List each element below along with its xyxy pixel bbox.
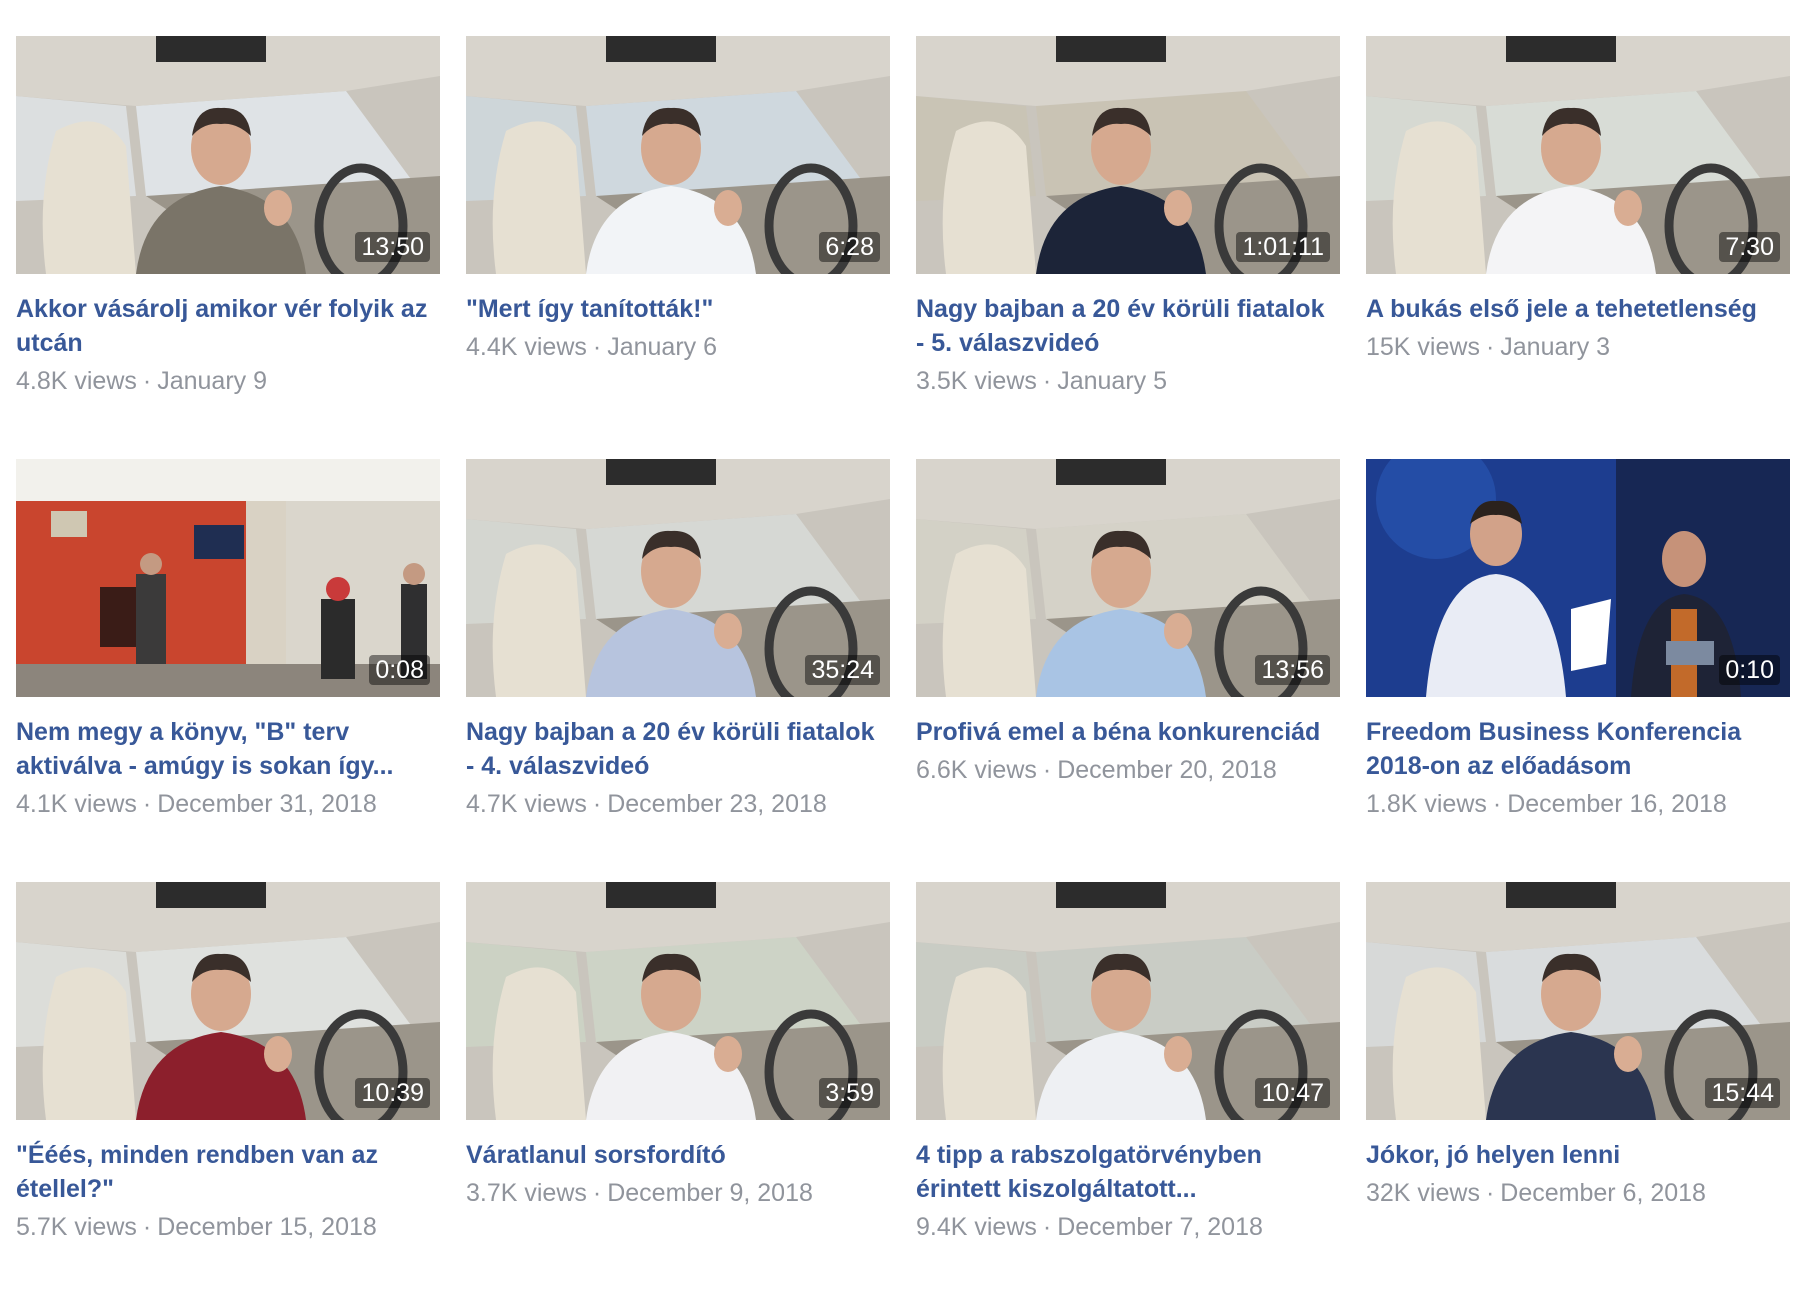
video-meta: 4.1K views · December 31, 2018 <box>16 787 440 821</box>
meta-separator: · <box>1485 1179 1495 1207</box>
video-meta: 32K views · December 6, 2018 <box>1366 1176 1790 1210</box>
video-meta: 5.7K views · December 15, 2018 <box>16 1210 440 1244</box>
video-title-link[interactable]: "Ééés, minden rendben van az étellel?" <box>16 1138 440 1206</box>
video-views: 1.8K views <box>1366 790 1487 818</box>
video-meta: 3.7K views · December 9, 2018 <box>466 1176 890 1210</box>
video-duration: 10:39 <box>355 1078 430 1108</box>
video-thumbnail[interactable]: 0:10 <box>1366 459 1790 697</box>
video-date: January 5 <box>1057 367 1168 395</box>
video-title-link[interactable]: A bukás első jele a tehetetlenség <box>1366 292 1790 326</box>
video-card[interactable]: 35:24 Nagy bajban a 20 év körüli fiatalo… <box>466 459 890 882</box>
video-card[interactable]: 7:30 A bukás első jele a tehetetlenség 1… <box>1366 36 1790 459</box>
video-views: 6.6K views <box>916 756 1037 784</box>
video-card[interactable]: 10:47 4 tipp a rabszolgatörvényben érint… <box>916 882 1340 1305</box>
video-date: January 6 <box>607 333 718 361</box>
video-meta: 3.5K views · January 5 <box>916 364 1340 398</box>
video-thumbnail[interactable]: 6:28 <box>466 36 890 274</box>
meta-separator: · <box>142 1213 152 1241</box>
video-thumbnail[interactable]: 35:24 <box>466 459 890 697</box>
video-title-link[interactable]: 4 tipp a rabszolgatörvényben érintett ki… <box>916 1138 1340 1206</box>
video-date: December 6, 2018 <box>1500 1179 1706 1207</box>
video-date: December 20, 2018 <box>1057 756 1277 784</box>
video-thumbnail[interactable]: 13:50 <box>16 36 440 274</box>
video-card[interactable]: 1:01:11 Nagy bajban a 20 év körüli fiata… <box>916 36 1340 459</box>
video-date: January 9 <box>157 367 268 395</box>
video-duration: 13:50 <box>355 232 430 262</box>
video-thumbnail[interactable]: 10:39 <box>16 882 440 1120</box>
video-title-link[interactable]: Nagy bajban a 20 év körüli fiatalok - 4.… <box>466 715 890 783</box>
video-duration: 10:47 <box>1255 1078 1330 1108</box>
video-duration: 15:44 <box>1705 1078 1780 1108</box>
video-duration: 3:59 <box>819 1078 880 1108</box>
meta-separator: · <box>592 790 602 818</box>
video-duration: 35:24 <box>805 655 880 685</box>
video-duration: 0:08 <box>369 655 430 685</box>
meta-separator: · <box>142 790 152 818</box>
meta-separator: · <box>1042 367 1052 395</box>
video-meta: 6.6K views · December 20, 2018 <box>916 753 1340 787</box>
video-views: 4.8K views <box>16 367 137 395</box>
video-title-link[interactable]: Freedom Business Konferencia 2018-on az … <box>1366 715 1790 783</box>
video-duration: 6:28 <box>819 232 880 262</box>
video-grid: 13:50 Akkor vásárolj amikor vér folyik a… <box>16 36 1790 1305</box>
video-thumbnail[interactable]: 0:08 <box>16 459 440 697</box>
meta-separator: · <box>1492 790 1502 818</box>
meta-separator: · <box>1042 756 1052 784</box>
video-duration: 7:30 <box>1719 232 1780 262</box>
video-views: 3.7K views <box>466 1179 587 1207</box>
video-views: 32K views <box>1366 1179 1480 1207</box>
meta-separator: · <box>1042 1213 1052 1241</box>
video-date: December 15, 2018 <box>157 1213 377 1241</box>
video-title-link[interactable]: Nagy bajban a 20 év körüli fiatalok - 5.… <box>916 292 1340 360</box>
video-duration: 13:56 <box>1255 655 1330 685</box>
video-card[interactable]: 0:10 Freedom Business Konferencia 2018-o… <box>1366 459 1790 882</box>
video-card[interactable]: 15:44 Jókor, jó helyen lenni 32K views · D… <box>1366 882 1790 1305</box>
video-thumbnail[interactable]: 7:30 <box>1366 36 1790 274</box>
video-views: 9.4K views <box>916 1213 1037 1241</box>
meta-separator: · <box>142 367 152 395</box>
video-title-link[interactable]: Akkor vásárolj amikor vér folyik az utcá… <box>16 292 440 360</box>
video-title-link[interactable]: Jókor, jó helyen lenni <box>1366 1138 1790 1172</box>
video-thumbnail[interactable]: 3:59 <box>466 882 890 1120</box>
video-views: 4.4K views <box>466 333 587 361</box>
video-thumbnail[interactable]: 13:56 <box>916 459 1340 697</box>
video-title-link[interactable]: Nem megy a könyv, "B" terv aktiválva - a… <box>16 715 440 783</box>
video-date: December 16, 2018 <box>1507 790 1727 818</box>
video-title-link[interactable]: "Mert így tanították!" <box>466 292 890 326</box>
video-card[interactable]: 13:50 Akkor vásárolj amikor vér folyik a… <box>16 36 440 459</box>
video-card[interactable]: 10:39 "Ééés, minden rendben van az étell… <box>16 882 440 1305</box>
video-card[interactable]: 3:59 Váratlanul sorsfordító 3.7K views · D… <box>466 882 890 1305</box>
video-meta: 4.4K views · January 6 <box>466 330 890 364</box>
video-date: December 9, 2018 <box>607 1179 813 1207</box>
video-duration: 1:01:11 <box>1236 232 1330 262</box>
video-card[interactable]: 6:28 "Mert így tanították!" 4.4K views · J… <box>466 36 890 459</box>
video-meta: 4.8K views · January 9 <box>16 364 440 398</box>
video-meta: 9.4K views · December 7, 2018 <box>916 1210 1340 1244</box>
meta-separator: · <box>1485 333 1495 361</box>
video-views: 15K views <box>1366 333 1480 361</box>
video-card[interactable]: 13:56 Profivá emel a béna konkurenciád 6… <box>916 459 1340 882</box>
video-title-link[interactable]: Váratlanul sorsfordító <box>466 1138 890 1172</box>
meta-separator: · <box>592 333 602 361</box>
video-views: 3.5K views <box>916 367 1037 395</box>
video-date: December 31, 2018 <box>157 790 377 818</box>
video-views: 4.1K views <box>16 790 137 818</box>
video-title-link[interactable]: Profivá emel a béna konkurenciád <box>916 715 1340 749</box>
meta-separator: · <box>592 1179 602 1207</box>
video-thumbnail[interactable]: 10:47 <box>916 882 1340 1120</box>
video-meta: 15K views · January 3 <box>1366 330 1790 364</box>
video-duration: 0:10 <box>1719 655 1780 685</box>
video-meta: 4.7K views · December 23, 2018 <box>466 787 890 821</box>
video-date: December 23, 2018 <box>607 790 827 818</box>
video-meta: 1.8K views · December 16, 2018 <box>1366 787 1790 821</box>
video-views: 5.7K views <box>16 1213 137 1241</box>
video-views: 4.7K views <box>466 790 587 818</box>
video-card[interactable]: 0:08 Nem megy a könyv, "B" terv aktiválv… <box>16 459 440 882</box>
video-thumbnail[interactable]: 15:44 <box>1366 882 1790 1120</box>
video-date: January 3 <box>1500 333 1611 361</box>
video-thumbnail[interactable]: 1:01:11 <box>916 36 1340 274</box>
video-date: December 7, 2018 <box>1057 1213 1263 1241</box>
